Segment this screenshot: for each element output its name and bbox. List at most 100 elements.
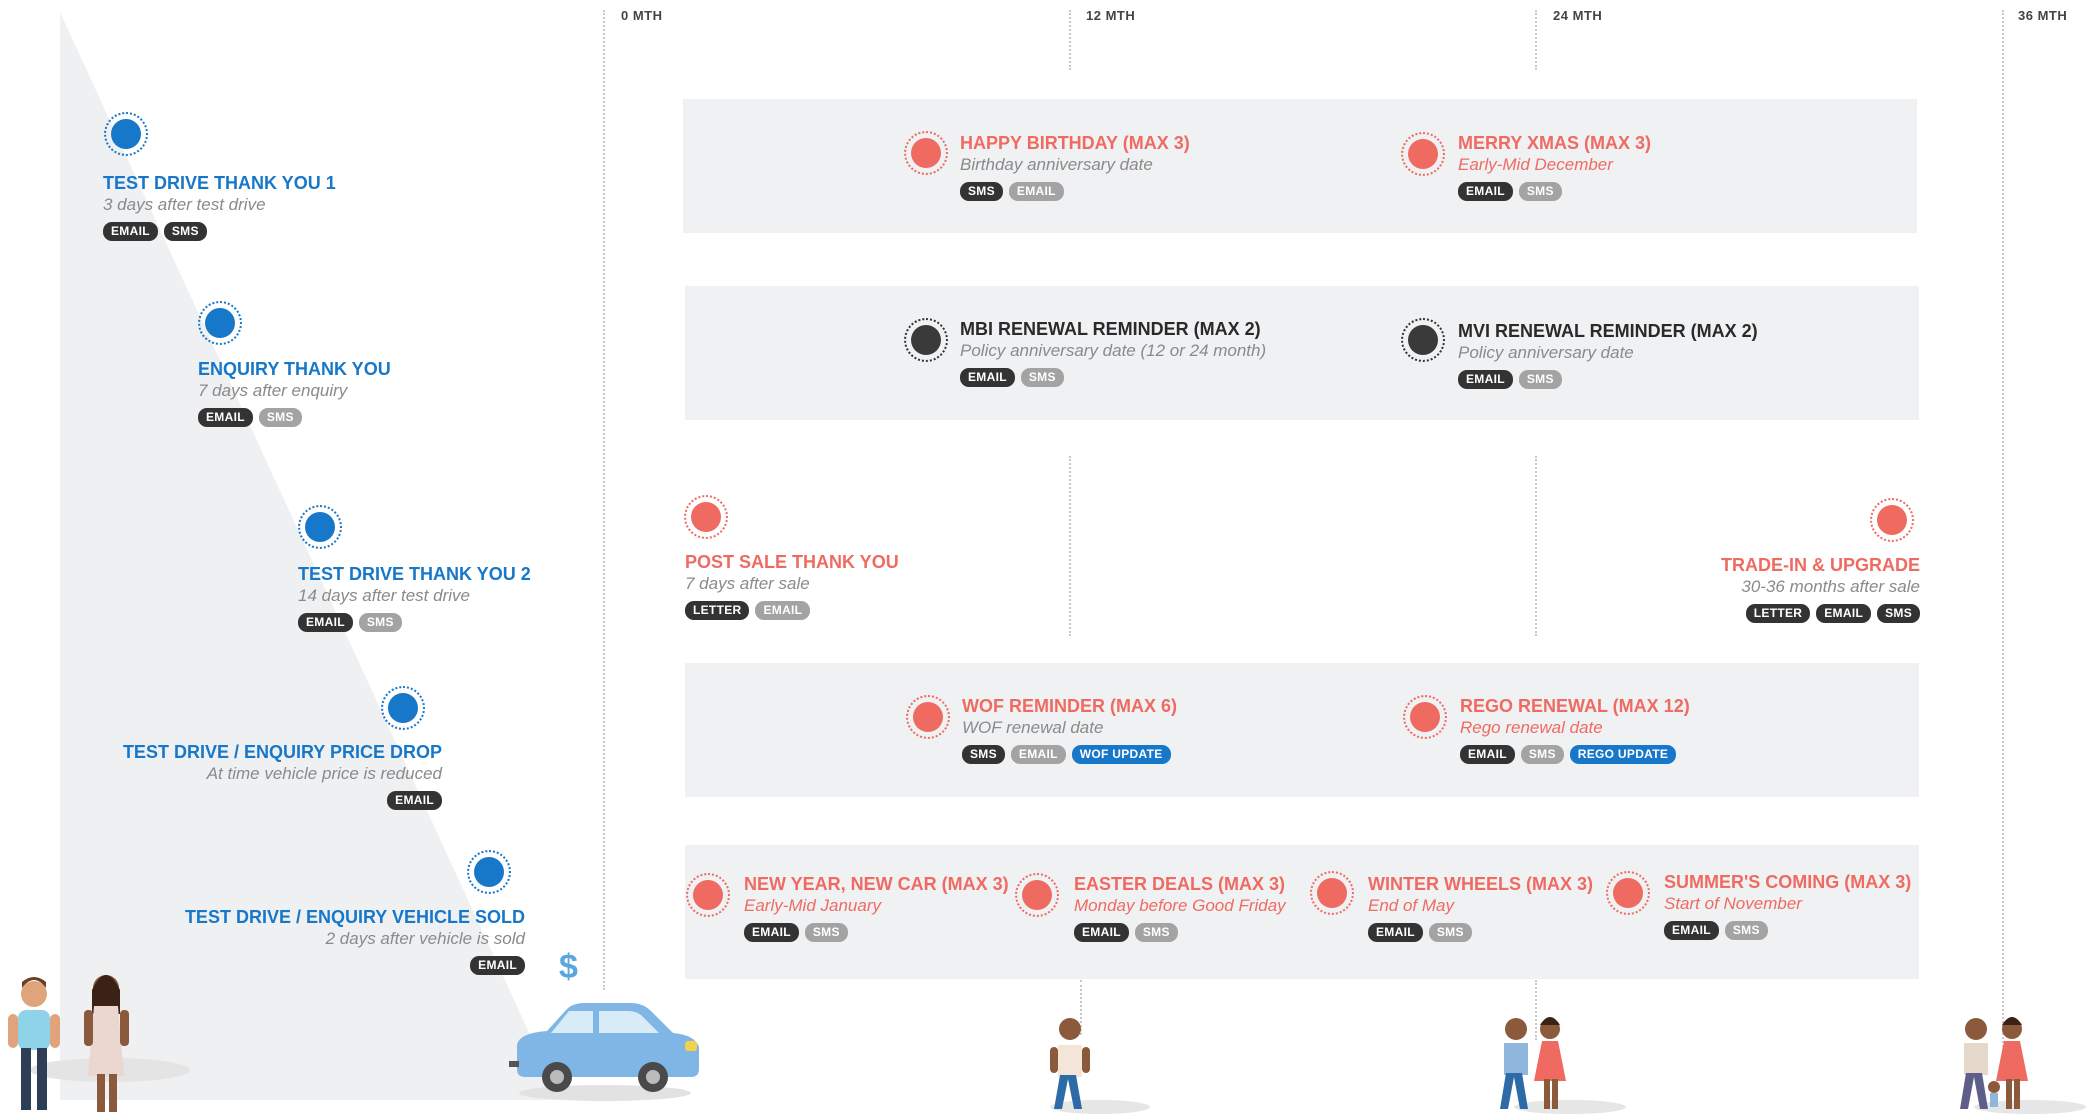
couple-36-months-illustration (1960, 1017, 2086, 1114)
channel-tag-email: EMAIL (755, 601, 811, 620)
timeline-line-12-top (1069, 10, 1071, 70)
month-label-12: 12 MTH (1086, 8, 1136, 23)
presale-event-2: ENQUIRY THANK YOU 7 days after enquiry E… (198, 358, 391, 427)
timeline-line-24-mid (1535, 456, 1537, 636)
row4-event-2: REGO RENEWAL (MAX 12) Rego renewal date … (1460, 695, 1690, 764)
presale-event-3: TEST DRIVE THANK YOU 2 14 days after tes… (298, 563, 531, 632)
channel-tag-sms: SMS (1134, 923, 1178, 942)
channel-tag-email: EMAIL (1460, 745, 1515, 764)
dollar-icon: $ (559, 948, 578, 986)
event-subtitle: Policy anniversary date (1458, 343, 1634, 362)
event-title: TEST DRIVE / ENQUIRY VEHICLE SOLD (184, 907, 525, 927)
timeline-line-12-mid (1069, 456, 1071, 636)
people-couple-illustration (8, 975, 190, 1112)
row4-dot-1 (906, 695, 950, 739)
row1-dot-2 (1401, 132, 1445, 176)
channel-tag-email: EMAIL (1816, 604, 1872, 623)
event-title: TEST DRIVE THANK YOU 2 (298, 564, 531, 584)
channel-tag-letter: LETTER (685, 601, 750, 620)
channel-tag-rego-update: REGO UPDATE (1569, 745, 1677, 764)
channel-tag-sms: SMS (1520, 745, 1564, 764)
channel-tag-email: EMAIL (1008, 182, 1064, 201)
event-subtitle: Early-Mid January (744, 896, 881, 915)
row5-dot-4 (1606, 871, 1650, 915)
event-subtitle: End of May (1368, 896, 1454, 915)
row1-dot-1 (904, 131, 948, 175)
channel-tag-email: EMAIL (103, 222, 158, 241)
row5-event-2: EASTER DEALS (MAX 3) Monday before Good … (1074, 873, 1286, 942)
event-subtitle: At time vehicle price is reduced (206, 764, 442, 783)
band-row-1 (683, 99, 1917, 233)
event-title: MBI RENEWAL REMINDER (MAX 2) (960, 319, 1261, 339)
row4-dot-2 (1403, 695, 1447, 739)
event-title: MERRY XMAS (MAX 3) (1458, 133, 1652, 153)
row5-event-3: WINTER WHEELS (MAX 3) End of May EMAIL S… (1368, 873, 1593, 942)
event-subtitle: 3 days after test drive (103, 195, 266, 214)
person-12-months-illustration (1050, 1018, 1150, 1114)
row2-dot-2 (1401, 318, 1445, 362)
presale-dot-3 (298, 505, 342, 549)
month-label-0: 0 MTH (621, 8, 663, 23)
channel-tag-sms: SMS (1877, 604, 1920, 623)
channel-tag-email: EMAIL (387, 791, 442, 810)
row2-event-1: MBI RENEWAL REMINDER (MAX 2) Policy anni… (960, 318, 1266, 387)
row3-event-1: POST SALE THANK YOU 7 days after sale LE… (685, 551, 899, 620)
row5-dot-2 (1015, 873, 1059, 917)
event-title: REGO RENEWAL (MAX 12) (1460, 696, 1690, 716)
event-title: POST SALE THANK YOU (685, 552, 899, 572)
event-subtitle: Policy anniversary date (12 or 24 month) (960, 341, 1267, 360)
channel-tag-sms: SMS (1724, 921, 1768, 940)
event-title: NEW YEAR, NEW CAR (MAX 3) (744, 874, 1009, 894)
event-subtitle: Birthday anniversary date (960, 155, 1153, 174)
month-label-36: 36 MTH (2018, 8, 2068, 23)
channel-tag-email: EMAIL (1368, 923, 1423, 942)
channel-tag-email: EMAIL (960, 368, 1015, 387)
channel-tag-sms: SMS (960, 182, 1003, 201)
event-title: TEST DRIVE THANK YOU 1 (103, 173, 336, 193)
event-subtitle: 14 days after test drive (298, 586, 470, 605)
presale-dot-1 (104, 112, 148, 156)
event-title: HAPPY BIRTHDAY (MAX 3) (960, 133, 1190, 153)
timeline-line-0 (603, 10, 605, 990)
row2-dot-1 (904, 318, 948, 362)
event-title: TRADE-IN & UPGRADE (1720, 555, 1920, 575)
row3-event-2: TRADE-IN & UPGRADE 30-36 months after sa… (1600, 554, 1920, 623)
presale-event-4: TEST DRIVE / ENQUIRY PRICE DROP At time … (120, 741, 442, 810)
event-title: SUMMER'S COMING (MAX 3) (1664, 872, 1912, 892)
channel-tag-email: EMAIL (198, 408, 253, 427)
channel-tag-sms: SMS (358, 613, 402, 632)
timeline-line-36 (2002, 10, 2004, 1070)
channel-tag-email: EMAIL (1458, 182, 1513, 201)
row2-event-2: MVI RENEWAL REMINDER (MAX 2) Policy anni… (1458, 320, 1758, 389)
row5-event-1: NEW YEAR, NEW CAR (MAX 3) Early-Mid Janu… (744, 873, 1009, 942)
event-title: TEST DRIVE / ENQUIRY PRICE DROP (122, 742, 442, 762)
channel-tag-sms: SMS (1518, 182, 1562, 201)
event-subtitle: 7 days after enquiry (198, 381, 348, 400)
row5-event-4: SUMMER'S COMING (MAX 3) Start of Novembe… (1664, 871, 1911, 940)
event-subtitle: 7 days after sale (685, 574, 810, 593)
channel-tag-sms: SMS (804, 923, 848, 942)
event-subtitle: 30-36 months after sale (1741, 577, 1920, 596)
event-title: WOF REMINDER (MAX 6) (962, 696, 1177, 716)
row3-dot-2 (1870, 498, 1914, 542)
event-title: EASTER DEALS (MAX 3) (1074, 874, 1286, 894)
event-title: WINTER WHEELS (MAX 3) (1368, 874, 1593, 894)
event-subtitle: Rego renewal date (1460, 718, 1603, 737)
event-title: ENQUIRY THANK YOU (198, 359, 391, 379)
row3-dot-1 (684, 495, 728, 539)
presale-dot-5 (467, 850, 511, 894)
channel-tag-email: EMAIL (298, 613, 353, 632)
event-subtitle: Monday before Good Friday (1074, 896, 1286, 915)
channel-tag-sms: SMS (258, 408, 302, 427)
band-row-4 (685, 663, 1919, 797)
channel-tag-sms: SMS (962, 745, 1005, 764)
channel-tag-email: EMAIL (1664, 921, 1719, 940)
channel-tag-email: EMAIL (470, 956, 525, 975)
month-label-24: 24 MTH (1553, 8, 1603, 23)
timeline-line-24-top (1535, 10, 1537, 70)
event-subtitle: 2 days after vehicle is sold (325, 929, 525, 948)
channel-tag-sms: SMS (163, 222, 207, 241)
event-subtitle: Early-Mid December (1458, 155, 1613, 174)
channel-tag-email: EMAIL (1458, 370, 1513, 389)
event-subtitle: WOF renewal date (962, 718, 1104, 737)
